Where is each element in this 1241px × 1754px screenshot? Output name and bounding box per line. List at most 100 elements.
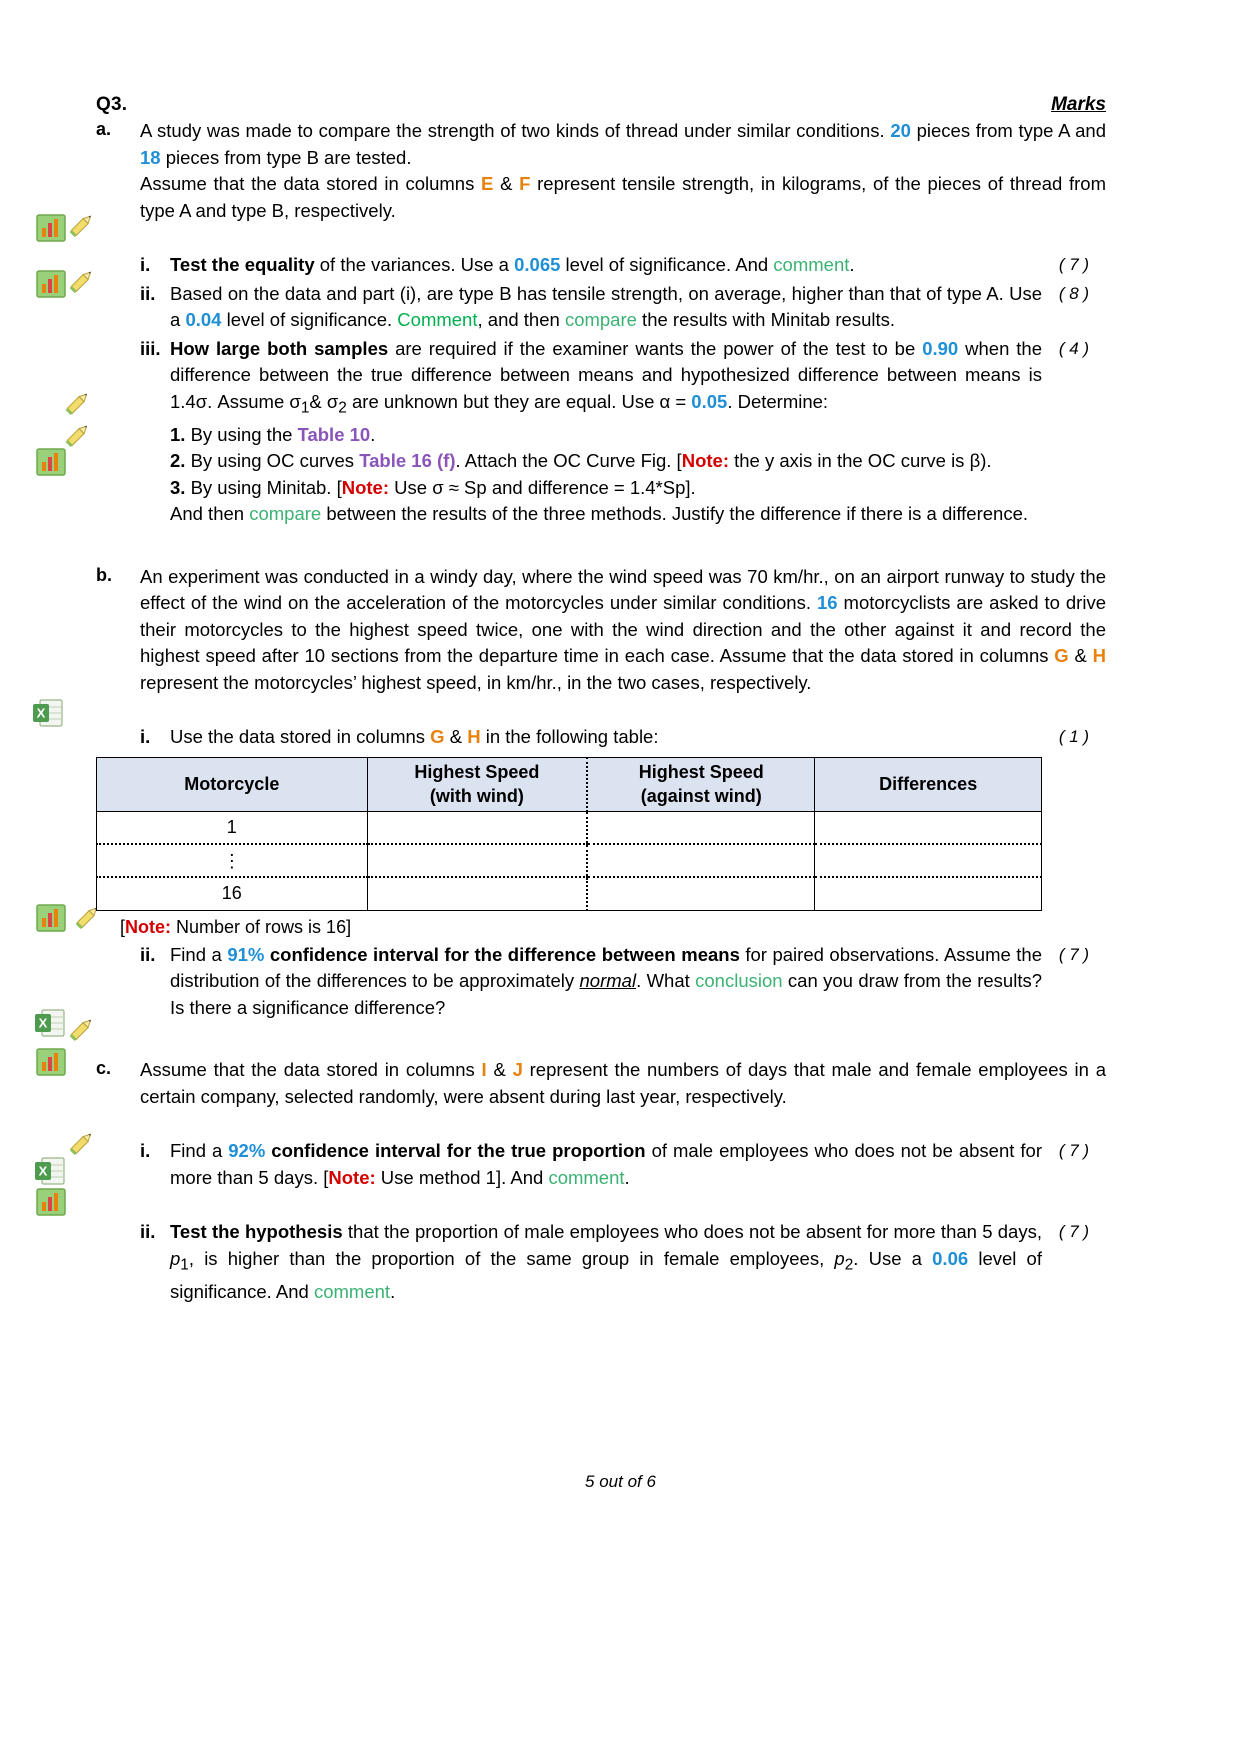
- column-e: E: [481, 173, 494, 194]
- text: & σ: [309, 390, 339, 412]
- part-c-item-i: i. Find a 92% confidence interval for th…: [96, 1138, 1106, 1191]
- item-roman-ii: ii.: [140, 943, 156, 965]
- text: are required if the examiner wants the p…: [388, 337, 923, 359]
- part-a-item-iii: iii. How large both samples are required…: [96, 336, 1106, 528]
- part-b-item-i: i. Use the data stored in columns G & H …: [96, 724, 1106, 751]
- pencil-icon: [66, 210, 96, 240]
- p2-subscript: 2: [844, 1256, 854, 1274]
- text: Assume that the data stored in columns: [140, 1059, 482, 1081]
- column-header-differences: Differences: [814, 756, 1042, 812]
- cell-difference[interactable]: [814, 877, 1042, 911]
- compare-keyword: compare: [249, 503, 322, 525]
- text: .: [370, 423, 376, 445]
- document-page: X X X Q3. Marks a. A study was made to c…: [0, 0, 1241, 1754]
- pencil-icon: [62, 388, 92, 418]
- svg-text:X: X: [37, 706, 46, 721]
- value-20: 20: [890, 120, 911, 141]
- bold-lead: How large both samples: [170, 337, 389, 359]
- text: Use σ ≈ Sp and difference = 1.4*Sp].: [389, 476, 696, 498]
- part-a-intro-line1: A study was made to compare the strength…: [140, 118, 1106, 171]
- method-3-number: 3.: [170, 476, 186, 498]
- text: . Determine:: [727, 390, 829, 412]
- part-a-label: a.: [96, 119, 112, 139]
- text: Use the data stored in columns: [170, 726, 431, 748]
- question-header: Q3. Marks: [96, 94, 1106, 116]
- pencil-icon: [66, 1128, 96, 1158]
- text: the y axis in the OC curve is β).: [728, 450, 992, 472]
- cell-against-wind[interactable]: [586, 811, 816, 846]
- cell-with-wind[interactable]: [366, 844, 588, 879]
- column-h: H: [467, 726, 481, 748]
- cell-motorcycle: 16: [96, 877, 368, 911]
- part-b-intro: An experiment was conducted in a windy d…: [140, 564, 1106, 697]
- cell-against-wind[interactable]: [586, 877, 816, 911]
- conclusion-keyword: conclusion: [695, 970, 783, 992]
- marks-b-ii: ( 7 ): [1058, 944, 1090, 964]
- comment-keyword: Comment: [397, 309, 478, 330]
- text: .: [390, 1280, 396, 1302]
- comment-keyword: comment: [313, 1280, 391, 1302]
- part-a-body: A study was made to compare the strength…: [140, 118, 1106, 224]
- note-label: Note:: [125, 916, 172, 937]
- method-2: 2. By using OC curves Table 16 (f). Atta…: [170, 448, 1042, 475]
- cell-motorcycle: 1: [96, 811, 368, 846]
- part-c-item-ii: ii. Test the hypothesis that the proport…: [96, 1219, 1106, 1305]
- chart-icon: [36, 1188, 66, 1216]
- pencil-icon: [66, 266, 96, 296]
- marks-b-i: ( 1 ): [1058, 727, 1090, 747]
- sigma-2-subscript: 2: [338, 399, 347, 417]
- method-1: 1. By using the Table 10.: [170, 422, 1042, 449]
- cell-difference[interactable]: [814, 811, 1042, 846]
- p2-symbol: p: [834, 1247, 845, 1269]
- bold-phrase: confidence interval for the true proport…: [265, 1140, 646, 1162]
- chart-icon: [36, 270, 66, 298]
- p1-symbol: p: [170, 1247, 181, 1269]
- pencil-icon: [62, 420, 92, 450]
- item-roman-ii: ii.: [140, 282, 156, 304]
- text: the results with Minitab results.: [636, 309, 895, 330]
- comment-keyword: comment: [773, 254, 850, 275]
- text: in the following table:: [480, 726, 659, 748]
- value-16: 16: [816, 592, 838, 614]
- page-footer: 5 out of 6: [585, 1472, 656, 1491]
- method-2-number: 2.: [170, 450, 186, 472]
- comment-keyword: comment: [548, 1166, 625, 1188]
- text: . Use a: [853, 1247, 933, 1269]
- text: By using OC curves: [185, 450, 360, 472]
- p1-subscript: 1: [180, 1256, 189, 1274]
- bold-lead: Test the hypothesis: [170, 1221, 343, 1243]
- chart-icon: [36, 1048, 66, 1076]
- text: . Attach the OC Curve Fig. [: [455, 450, 682, 472]
- motorcycle-data-table-wrapper: Motorcycle Highest Speed (with wind) Hig…: [96, 756, 1106, 940]
- text: .: [624, 1166, 630, 1188]
- motorcycle-data-table: Motorcycle Highest Speed (with wind) Hig…: [96, 756, 1042, 911]
- text: . What: [636, 970, 696, 992]
- text: By using the: [185, 423, 298, 445]
- item-roman-ii: ii.: [140, 1221, 156, 1243]
- method-1-number: 1.: [170, 423, 186, 445]
- marks-c-ii: ( 7 ): [1058, 1222, 1090, 1242]
- column-g: G: [430, 726, 445, 748]
- part-c: c. Assume that the data stored in column…: [96, 1057, 1106, 1110]
- table-body: 1 ⋮ 16: [96, 811, 1042, 911]
- cell-against-wind[interactable]: [586, 844, 816, 879]
- note-label: Note:: [341, 476, 390, 498]
- item-roman-i: i.: [140, 254, 151, 275]
- text: .: [849, 254, 855, 275]
- table-note: [Note: Number of rows is 16]: [96, 914, 1106, 940]
- part-c-body: Assume that the data stored in columns I…: [140, 1057, 1106, 1110]
- cell-difference[interactable]: [814, 844, 1042, 879]
- column-header-motorcycle: Motorcycle: [96, 756, 368, 812]
- part-b-item-ii: ii. Find a 91% confidence interval for t…: [96, 942, 1106, 1022]
- cell-with-wind[interactable]: [366, 877, 588, 911]
- excel-icon: X: [34, 1008, 66, 1038]
- svg-text:X: X: [39, 1164, 48, 1179]
- cell-with-wind[interactable]: [366, 811, 588, 846]
- item-roman-i: i.: [140, 1140, 151, 1162]
- item-i-text: Test the equality of the variances. Use …: [170, 252, 1042, 279]
- text: pieces from type A and: [910, 120, 1106, 141]
- bold-phrase: confidence interval for the difference b…: [264, 943, 740, 965]
- part-c-label: c.: [96, 1058, 112, 1079]
- bold-lead: Test the equality: [170, 254, 315, 275]
- item-ii-text: Test the hypothesis that the proportion …: [170, 1219, 1042, 1305]
